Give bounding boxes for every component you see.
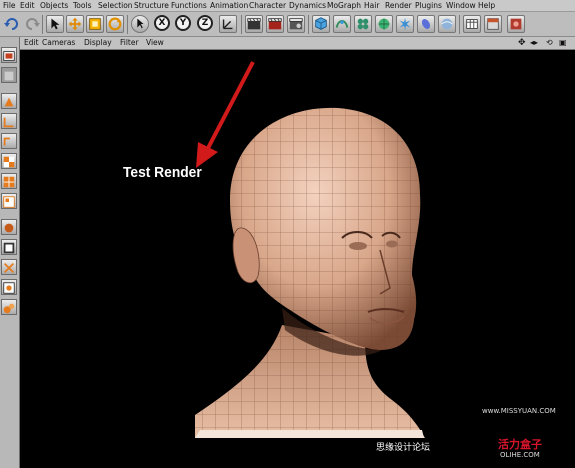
tweak-mode-icon[interactable] xyxy=(1,219,17,235)
toolbar-separator xyxy=(459,15,460,34)
viewport-move-icon[interactable]: ✥ xyxy=(518,37,526,49)
cloner-icon[interactable] xyxy=(354,15,372,33)
menu-structure[interactable]: Structure xyxy=(134,0,169,11)
menu-plugins[interactable]: Plugins xyxy=(415,0,442,11)
toolbar-separator xyxy=(241,15,242,34)
viewport-menu-edit[interactable]: Edit xyxy=(24,37,39,49)
material-icon[interactable] xyxy=(484,15,502,33)
uv-points-icon[interactable] xyxy=(1,173,17,189)
polygons-mode-icon[interactable] xyxy=(1,133,17,149)
cube-icon[interactable] xyxy=(312,15,330,33)
recent-tool-icon[interactable] xyxy=(131,15,149,33)
y-axis-icon[interactable]: Y xyxy=(175,15,191,31)
viewport-3d[interactable] xyxy=(20,50,575,468)
viewport-menu-cameras[interactable]: Cameras xyxy=(42,37,75,49)
toolbar-separator xyxy=(308,15,309,34)
menu-file[interactable]: File xyxy=(3,0,16,11)
toolbar-separator xyxy=(42,15,43,34)
menu-mograph[interactable]: MoGraph xyxy=(327,0,361,11)
menu-character[interactable]: Character xyxy=(249,0,286,11)
redo-icon[interactable] xyxy=(23,15,41,33)
viewport-menu-filter[interactable]: Filter xyxy=(120,37,139,49)
toolbar-separator xyxy=(127,15,128,34)
edges-mode-icon[interactable] xyxy=(1,113,17,129)
texture-mode-icon[interactable] xyxy=(1,67,17,83)
main-toolbar: X Y Z xyxy=(0,12,575,37)
points-mode-icon[interactable] xyxy=(1,93,17,109)
z-axis-icon[interactable]: Z xyxy=(197,15,213,31)
move-icon[interactable] xyxy=(66,15,84,33)
scene-icon[interactable] xyxy=(438,15,456,33)
uv-polygons-icon[interactable] xyxy=(1,193,17,209)
menu-tools[interactable]: Tools xyxy=(73,0,91,11)
snap-icon[interactable] xyxy=(1,279,17,295)
camera-icon[interactable] xyxy=(417,15,435,33)
menu-functions[interactable]: Functions xyxy=(171,0,207,11)
x-axis-icon[interactable]: X xyxy=(154,15,170,31)
object-axis-icon[interactable] xyxy=(1,259,17,275)
timeline-icon[interactable] xyxy=(463,15,481,33)
watermark-site: www.MISSYUAN.COM xyxy=(482,407,556,415)
watermark-brand: 活力盒子 xyxy=(498,438,542,451)
viewport-rotate-icon[interactable]: ⟲ xyxy=(546,37,553,49)
model-mode-icon[interactable] xyxy=(1,47,17,63)
viewport-menu-view[interactable]: View xyxy=(146,37,164,49)
left-mode-palette xyxy=(0,37,20,468)
render-settings-icon[interactable] xyxy=(287,15,305,33)
nurbs-icon[interactable] xyxy=(333,15,351,33)
rendered-head-image xyxy=(195,61,425,438)
menu-dynamics[interactable]: Dynamics xyxy=(289,0,326,11)
main-menu-bar: File Edit Objects Tools Selection Struct… xyxy=(0,0,575,12)
test-render-annotation: Test Render xyxy=(123,164,202,181)
scale-icon[interactable] xyxy=(86,15,104,33)
watermark-domain: OLIHE.COM xyxy=(500,451,540,459)
render-view-icon[interactable] xyxy=(245,15,263,33)
checker-grid-icon[interactable] xyxy=(1,153,17,169)
watermark-forum: 思缘设计论坛 xyxy=(376,443,431,453)
menu-window[interactable]: Window xyxy=(446,0,476,11)
menu-help[interactable]: Help xyxy=(478,0,495,11)
viewport-zoom-icon[interactable]: ◂▸ xyxy=(530,37,538,49)
axis-mode-icon[interactable] xyxy=(1,239,17,255)
menu-render[interactable]: Render xyxy=(385,0,412,11)
sculpt-icon[interactable] xyxy=(1,299,17,315)
light-icon[interactable] xyxy=(396,15,414,33)
menu-animation[interactable]: Animation xyxy=(210,0,248,11)
viewport-maximize-icon[interactable]: ▣ xyxy=(559,37,567,49)
undo-icon[interactable] xyxy=(3,15,21,33)
menu-edit[interactable]: Edit xyxy=(20,0,35,11)
render-active-view-icon[interactable] xyxy=(507,15,525,33)
world-coordinates-icon[interactable] xyxy=(219,15,237,33)
rotate-icon[interactable] xyxy=(106,15,124,33)
deformer-icon[interactable] xyxy=(375,15,393,33)
menu-objects[interactable]: Objects xyxy=(40,0,68,11)
viewport-menu-bar: Edit Cameras Display Filter View ✥ ◂▸ ⟲ … xyxy=(20,37,575,50)
viewport-menu-display[interactable]: Display xyxy=(84,37,112,49)
select-icon[interactable] xyxy=(46,15,64,33)
menu-hair[interactable]: Hair xyxy=(364,0,379,11)
render-picture-viewer-icon[interactable] xyxy=(266,15,284,33)
menu-selection[interactable]: Selection xyxy=(98,0,133,11)
